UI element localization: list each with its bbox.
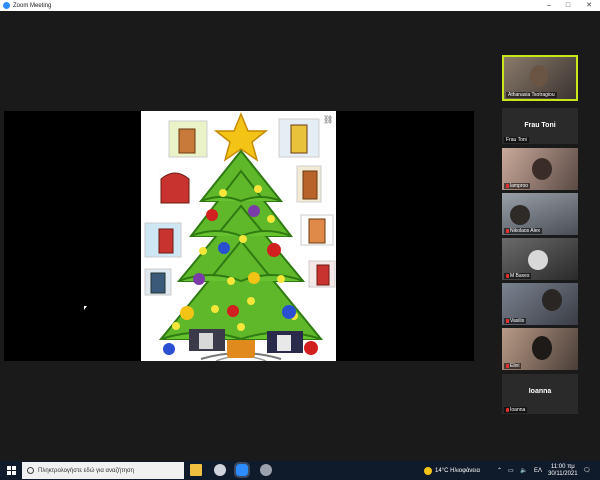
volume-icon[interactable]: 🔈 — [520, 461, 527, 480]
app-icon[interactable] — [214, 464, 226, 476]
maximize-button[interactable]: □ — [559, 0, 577, 11]
participant-tile-active-speaker[interactable]: Athanasia Tsotragiou — [502, 55, 578, 101]
participant-name: Vasilis — [504, 318, 527, 324]
participant-tile-elini[interactable]: Elini — [502, 328, 578, 370]
zoom-taskbar-icon[interactable] — [234, 462, 250, 478]
windows-taskbar: Πληκτρολογήστε εδώ για αναζήτηση 14°C Ηλ… — [0, 461, 600, 480]
window-titlebar: Zoom Meeting – □ ✕ — [0, 0, 600, 11]
participant-name: Elini — [504, 363, 522, 369]
file-explorer-icon[interactable] — [190, 464, 202, 476]
minimize-button[interactable]: – — [540, 0, 558, 11]
taskbar-search-box[interactable]: Πληκτρολογήστε εδώ για αναζήτηση — [22, 462, 184, 479]
participant-tile-m-baxes[interactable]: M Baxes — [502, 238, 578, 280]
notifications-icon[interactable]: 🗨 — [583, 461, 591, 480]
windows-start-icon[interactable] — [7, 466, 16, 475]
participant-tile-vasilis[interactable]: Vasilis — [502, 283, 578, 325]
network-icon[interactable]: ▭ — [508, 461, 514, 480]
participant-name: Frau Toni — [504, 137, 529, 143]
mouse-pointer — [84, 306, 87, 310]
weather-text: 14°C Ηλιοφάνεια — [435, 467, 480, 474]
search-icon — [27, 467, 34, 474]
participant-tile-lamproo[interactable]: lamproo — [502, 148, 578, 190]
app-icon-2[interactable] — [260, 464, 272, 476]
clock-time: 11:00 πμ — [550, 463, 575, 470]
muted-mic-icon — [506, 228, 509, 233]
muted-mic-icon — [506, 363, 509, 368]
language-indicator[interactable]: ΕΛ — [534, 461, 542, 480]
sun-icon — [424, 466, 432, 475]
participant-tile-ioanna[interactable]: Ioanna Ioanna — [502, 374, 578, 414]
zoom-app-icon — [3, 2, 10, 9]
participant-name: M Baxes — [504, 273, 532, 279]
participant-name: Ioanna — [504, 407, 528, 413]
close-button[interactable]: ✕ — [580, 0, 598, 11]
clock[interactable]: 11:00 πμ 30/11/2021 — [548, 461, 578, 480]
participant-display-name: Frau Toni — [524, 122, 556, 129]
participant-tile-nikolaos[interactable]: Nikolaos Alex — [502, 193, 578, 235]
muted-mic-icon — [506, 183, 509, 188]
link-icon[interactable]: ⛓ — [323, 115, 333, 124]
muted-mic-icon — [506, 407, 509, 412]
muted-mic-icon — [506, 273, 509, 278]
participant-display-name: Ioanna — [528, 388, 552, 395]
window-title: Zoom Meeting — [13, 2, 52, 9]
participant-name: lamproo — [504, 183, 531, 189]
chevron-up-icon[interactable]: ⌃ — [497, 461, 502, 480]
participant-name: Nikolaos Alex — [504, 228, 543, 234]
search-placeholder: Πληκτρολογήστε εδώ για αναζήτηση — [38, 467, 135, 474]
clock-date: 30/11/2021 — [548, 470, 578, 477]
christmas-tree-illustration — [144, 112, 336, 361]
weather-widget[interactable]: 14°C Ηλιοφάνεια — [424, 461, 480, 480]
participant-name: Athanasia Tsotragiou — [506, 92, 557, 98]
shared-slide[interactable]: ⛓ — [141, 111, 336, 361]
muted-mic-icon — [506, 318, 509, 323]
participant-tile-frau-toni[interactable]: Frau Toni Frau Toni — [502, 108, 578, 144]
